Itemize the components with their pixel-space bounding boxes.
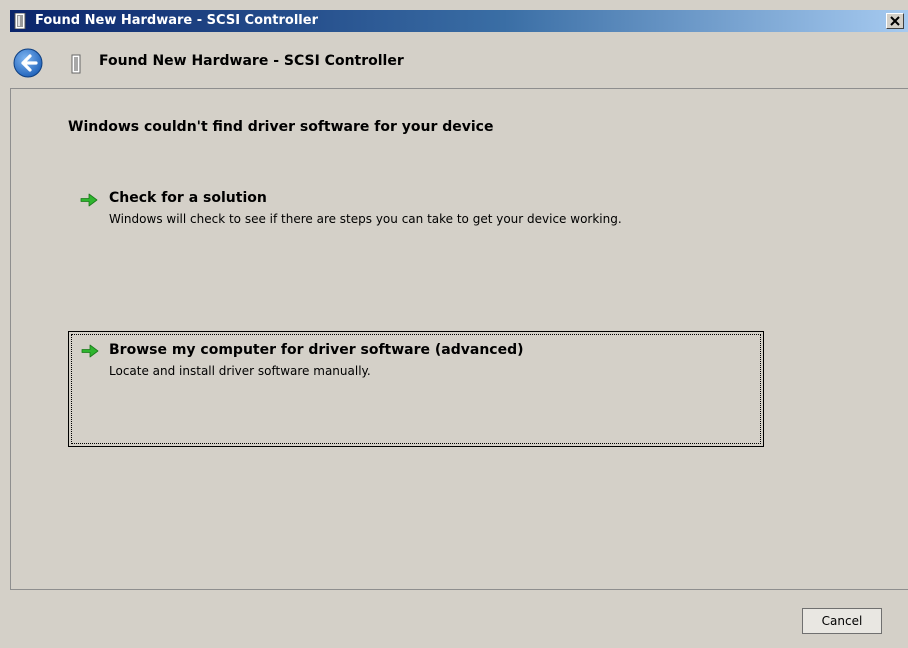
close-icon — [890, 16, 900, 26]
title-bar[interactable]: Found New Hardware - SCSI Controller — [10, 10, 908, 32]
green-arrow-icon — [80, 193, 98, 207]
browse-computer-option[interactable]: Browse my computer for driver software (… — [68, 331, 764, 447]
close-button[interactable] — [886, 13, 904, 29]
found-new-hardware-dialog: Found New Hardware - SCSI Controller Fou… — [0, 0, 908, 648]
green-arrow-icon — [81, 344, 99, 358]
wizard-content: Windows couldn't find driver software fo… — [10, 88, 908, 590]
option-title: Check for a solution — [109, 190, 267, 206]
wizard-title: Found New Hardware - SCSI Controller — [99, 53, 404, 69]
option-title: Browse my computer for driver software (… — [109, 342, 524, 358]
wizard-footer: Cancel — [10, 590, 908, 648]
page-heading: Windows couldn't find driver software fo… — [68, 119, 494, 135]
cancel-button[interactable]: Cancel — [802, 608, 882, 634]
device-icon — [14, 13, 26, 29]
wizard-header: Found New Hardware - SCSI Controller — [10, 32, 908, 88]
device-icon — [71, 54, 81, 74]
window-title: Found New Hardware - SCSI Controller — [35, 13, 318, 28]
option-description: Locate and install driver software manua… — [109, 364, 371, 378]
option-description: Windows will check to see if there are s… — [109, 212, 622, 226]
back-arrow-icon[interactable] — [13, 48, 43, 78]
check-for-solution-option[interactable]: Check for a solution Windows will check … — [71, 185, 771, 245]
